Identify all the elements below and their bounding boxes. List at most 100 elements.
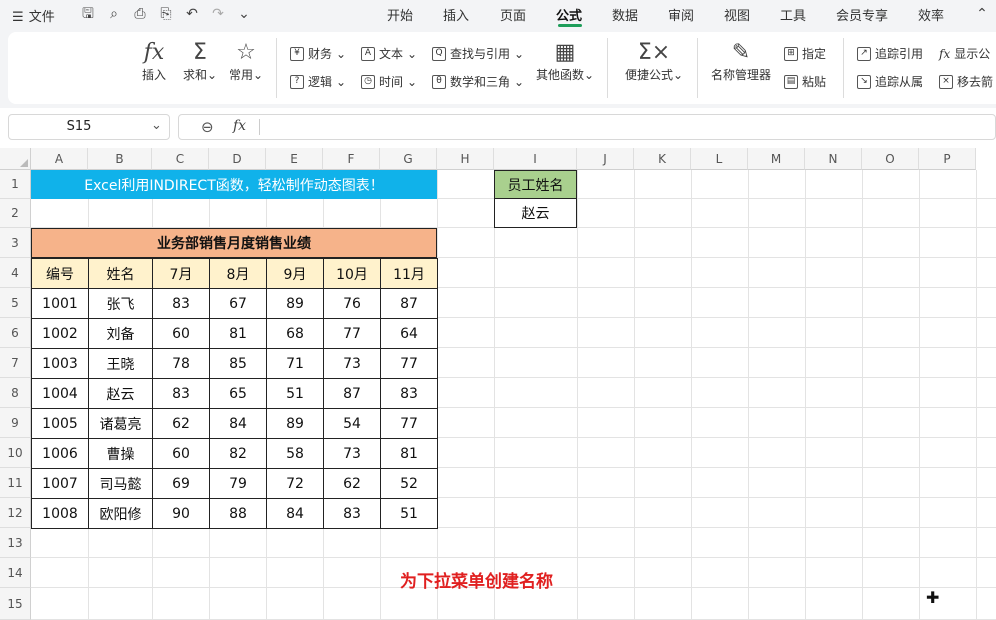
redo-icon[interactable]: ↷	[210, 6, 226, 22]
table-cell[interactable]: 王晓	[88, 348, 153, 379]
row-header-15[interactable]: 15	[0, 588, 31, 620]
table-cell[interactable]: 68	[266, 318, 324, 349]
tab-tools[interactable]: 工具	[780, 5, 806, 24]
name-box[interactable]: S15 ⌄	[8, 114, 170, 140]
column-header-e[interactable]: E	[266, 148, 323, 170]
table-cell[interactable]: 71	[266, 348, 324, 379]
table-cell[interactable]: 张飞	[88, 288, 153, 319]
table-cell[interactable]: 83	[380, 378, 438, 409]
tab-insert[interactable]: 插入	[443, 5, 469, 24]
column-header-d[interactable]: D	[209, 148, 266, 170]
table-cell[interactable]: 77	[323, 318, 381, 349]
table-cell[interactable]: 69	[152, 468, 210, 499]
table-cell[interactable]: 67	[209, 288, 267, 319]
banner-title[interactable]: Excel利用INDIRECT函数，轻松制作动态图表！	[31, 170, 437, 199]
table-cell[interactable]: 1004	[31, 378, 89, 409]
table-header-cell[interactable]: 9月	[266, 258, 324, 289]
table-cell[interactable]: 81	[380, 438, 438, 469]
lookup-button[interactable]: Q 查找与引用 ⌄	[432, 45, 524, 62]
tab-home[interactable]: 开始	[387, 5, 413, 24]
table-cell[interactable]: 曹操	[88, 438, 153, 469]
column-header-j[interactable]: J	[577, 148, 634, 170]
table-cell[interactable]: 87	[380, 288, 438, 319]
row-header-14[interactable]: 14	[0, 558, 31, 588]
logic-button[interactable]: ? 逻辑 ⌄	[290, 73, 346, 90]
format-painter-icon[interactable]: ⌕	[106, 6, 122, 22]
column-header-i[interactable]: I	[494, 148, 577, 170]
column-header-o[interactable]: O	[862, 148, 919, 170]
column-header-h[interactable]: H	[437, 148, 494, 170]
row-header-3[interactable]: 3	[0, 228, 31, 258]
table-cell[interactable]: 1007	[31, 468, 89, 499]
table-cell[interactable]: 81	[209, 318, 267, 349]
table-cell[interactable]: 73	[323, 438, 381, 469]
row-header-13[interactable]: 13	[0, 528, 31, 558]
tab-review[interactable]: 审阅	[668, 5, 694, 24]
zoom-icon[interactable]: ⊖	[201, 118, 214, 136]
table-cell[interactable]: 64	[380, 318, 438, 349]
row-header-1[interactable]: 1	[0, 170, 31, 199]
table-cell[interactable]: 79	[209, 468, 267, 499]
row-header-7[interactable]: 7	[0, 348, 31, 378]
table-cell[interactable]: 83	[152, 378, 210, 409]
row-header-6[interactable]: 6	[0, 318, 31, 348]
table-cell[interactable]: 58	[266, 438, 324, 469]
table-cell[interactable]: 84	[209, 408, 267, 439]
remove-arrows-button[interactable]: × 移去箭	[939, 73, 993, 90]
table-cell[interactable]: 诸葛亮	[88, 408, 153, 439]
table-title[interactable]: 业务部销售月度销售业绩	[31, 228, 437, 258]
row-header-9[interactable]: 9	[0, 408, 31, 438]
table-cell[interactable]: 1001	[31, 288, 89, 319]
table-cell[interactable]: 89	[266, 408, 324, 439]
table-cell[interactable]: 85	[209, 348, 267, 379]
column-header-c[interactable]: C	[152, 148, 209, 170]
tab-efficiency[interactable]: 效率	[918, 5, 944, 24]
datetime-button[interactable]: ◷ 时间 ⌄	[361, 73, 417, 90]
tab-member[interactable]: 会员专享	[836, 5, 888, 24]
chevron-down-icon[interactable]: ⌄	[151, 118, 162, 133]
table-cell[interactable]: 1008	[31, 498, 89, 529]
name-manager-button[interactable]: ✎ 名称管理器	[708, 40, 774, 83]
table-cell[interactable]: 77	[380, 348, 438, 379]
quick-formula-button[interactable]: Σ× 便捷公式⌄	[622, 40, 686, 83]
insert-function-button[interactable]: fx 插入	[136, 40, 172, 83]
show-formulas-button[interactable]: fx 显示公	[939, 45, 990, 62]
trace-dependents-button[interactable]: ↘ 追踪从属	[857, 73, 923, 90]
table-cell[interactable]: 62	[152, 408, 210, 439]
other-functions-button[interactable]: ▦ 其他函数⌄	[534, 40, 596, 83]
table-cell[interactable]: 78	[152, 348, 210, 379]
column-header-n[interactable]: N	[805, 148, 862, 170]
column-header-a[interactable]: A	[31, 148, 88, 170]
table-cell[interactable]: 51	[266, 378, 324, 409]
table-cell[interactable]: 82	[209, 438, 267, 469]
autosum-button[interactable]: Σ 求和⌄	[180, 40, 220, 83]
collapse-ribbon-icon[interactable]: ⌃	[974, 6, 990, 22]
table-header-cell[interactable]: 8月	[209, 258, 267, 289]
table-cell[interactable]: 赵云	[88, 378, 153, 409]
table-cell[interactable]: 司马懿	[88, 468, 153, 499]
column-header-f[interactable]: F	[323, 148, 380, 170]
tab-formula[interactable]: 公式	[556, 5, 582, 24]
employee-label-cell[interactable]: 员工姓名	[494, 170, 577, 199]
table-cell[interactable]: 77	[380, 408, 438, 439]
table-cell[interactable]: 60	[152, 438, 210, 469]
paste-name-button[interactable]: ▤ 粘贴	[784, 73, 826, 90]
column-header-k[interactable]: K	[634, 148, 691, 170]
table-header-cell[interactable]: 编号	[31, 258, 89, 289]
print-icon[interactable]: ⎙	[132, 6, 148, 22]
table-cell[interactable]: 60	[152, 318, 210, 349]
row-header-5[interactable]: 5	[0, 288, 31, 318]
table-cell[interactable]: 1003	[31, 348, 89, 379]
select-all-corner[interactable]	[0, 148, 31, 170]
table-cell[interactable]: 90	[152, 498, 210, 529]
table-cell[interactable]: 1002	[31, 318, 89, 349]
table-cell[interactable]: 87	[323, 378, 381, 409]
table-cell[interactable]: 1006	[31, 438, 89, 469]
table-cell[interactable]: 欧阳修	[88, 498, 153, 529]
fx-icon[interactable]: fx	[233, 118, 246, 134]
table-header-cell[interactable]: 姓名	[88, 258, 153, 289]
print-preview-icon[interactable]: ⎘	[158, 6, 174, 22]
table-cell[interactable]: 83	[323, 498, 381, 529]
row-header-2[interactable]: 2	[0, 199, 31, 228]
row-header-11[interactable]: 11	[0, 468, 31, 498]
